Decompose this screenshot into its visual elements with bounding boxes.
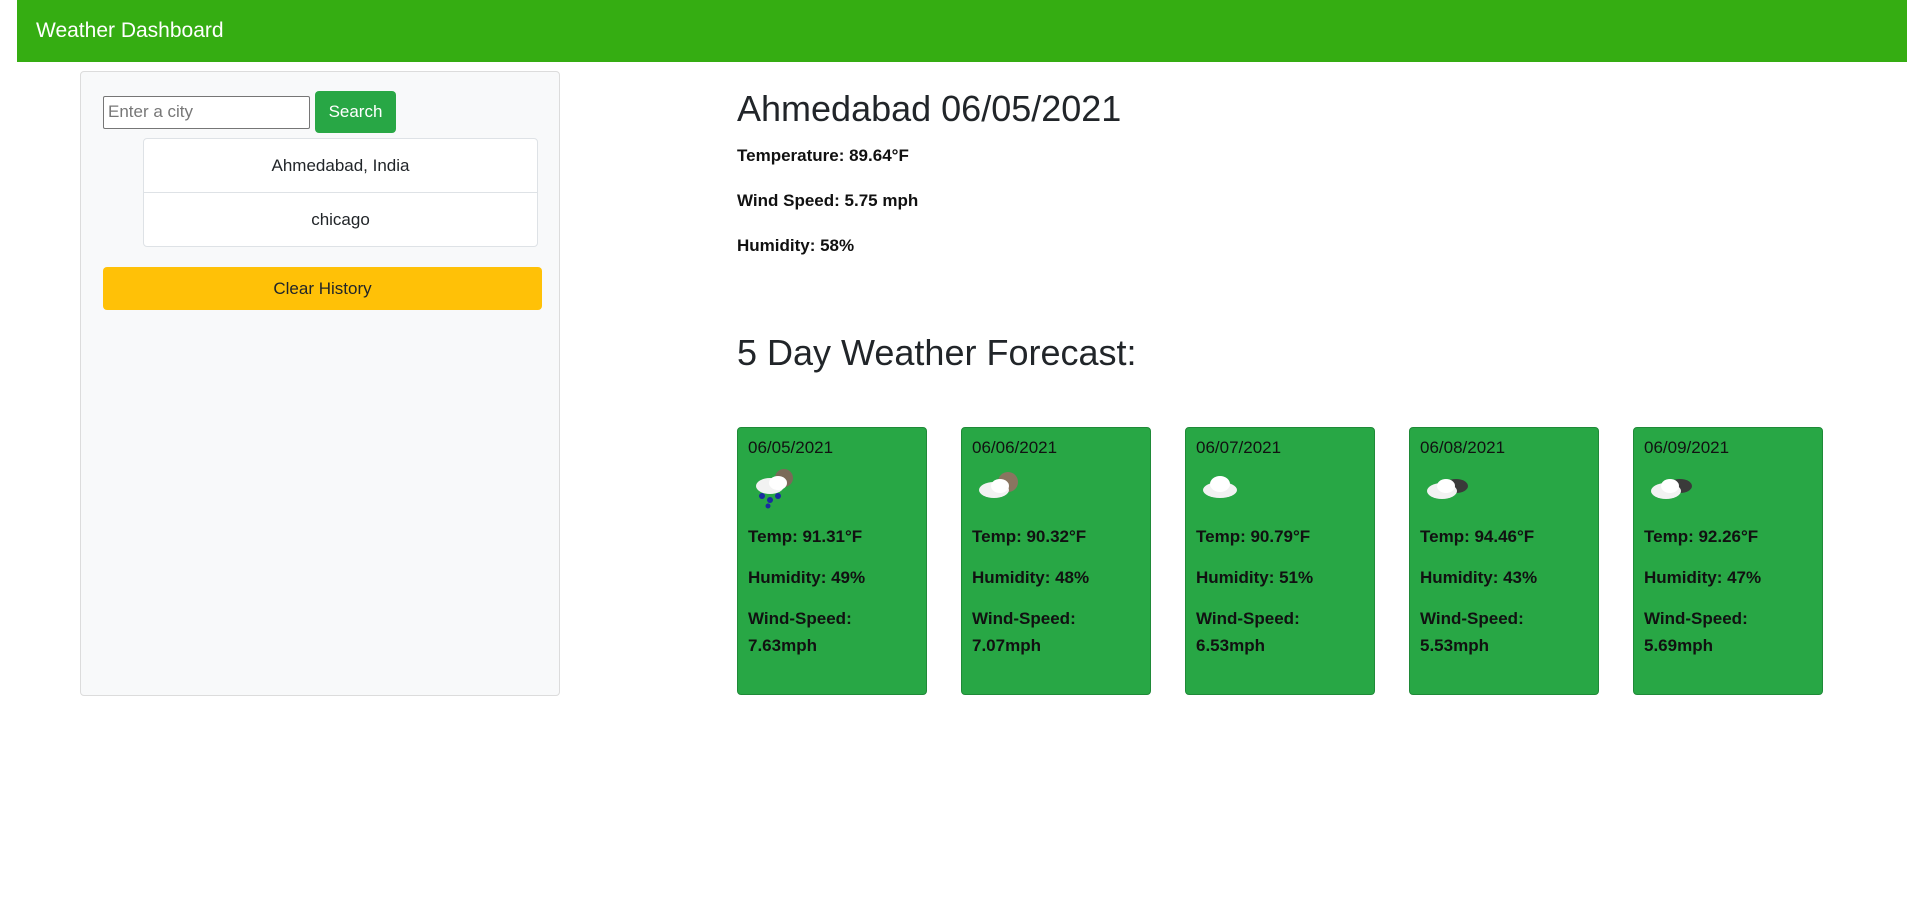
current-city-title: Ahmedabad 06/05/2021 [737,88,1122,129]
forecast-humidity: Humidity: 49% [748,568,866,587]
forecast-wind-value: 7.07mph [972,636,1041,655]
forecast-humidity: Humidity: 51% [1196,568,1314,587]
sidebar: Search Ahmedabad, India chicago Clear Hi… [80,71,560,696]
forecast-card: 06/06/2021 Temp: 90.32°F Humidity: 48% W… [961,427,1151,695]
forecast-date: 06/08/2021 [1420,438,1506,457]
search-row: Search [103,91,396,133]
city-search-input[interactable] [103,95,310,129]
forecast-wind-label: Wind-Speed: [1644,609,1748,628]
forecast-humidity: Humidity: 48% [972,568,1090,587]
rain-cloud-icon [756,469,793,509]
cloud-icon [1203,476,1237,498]
forecast-title: 5 Day Weather Forecast: [737,332,1137,373]
forecast-card: 06/08/2021 Temp: 94.46°F Humidity: 43% W… [1409,427,1599,695]
forecast-wind: Wind-Speed: 5.53mph [1420,605,1588,659]
broken-clouds-icon [1651,479,1692,499]
forecast-wind-label: Wind-Speed: [1196,609,1300,628]
forecast-temp: Temp: 94.46°F [1420,527,1535,546]
partly-cloudy-icon [979,472,1018,498]
forecast-wind: Wind-Speed: 7.63mph [748,605,916,659]
forecast-card: 06/07/2021 Temp: 90.79°F Humidity: 51% W… [1185,427,1375,695]
current-temperature: Temperature: 89.64°F [737,146,909,165]
forecast-wind-value: 5.53mph [1420,636,1489,655]
clear-history-button[interactable]: Clear History [103,267,542,310]
history-item[interactable]: chicago [143,192,538,247]
navbar: Weather Dashboard [17,0,1907,62]
forecast-date: 06/07/2021 [1196,438,1282,457]
forecast-wind-value: 5.69mph [1644,636,1713,655]
broken-clouds-icon [1427,479,1468,499]
forecast-wind: Wind-Speed: 5.69mph [1644,605,1812,659]
history-item[interactable]: Ahmedabad, India [143,138,538,193]
search-history-list: Ahmedabad, India chicago [143,138,538,247]
forecast-card: 06/09/2021 Temp: 92.26°F Humidity: 47% W… [1633,427,1823,695]
search-button[interactable]: Search [315,91,396,133]
brand-title[interactable]: Weather Dashboard [36,19,224,43]
forecast-humidity: Humidity: 43% [1420,568,1538,587]
current-wind-speed: Wind Speed: 5.75 mph [737,191,919,210]
forecast-wind-value: 6.53mph [1196,636,1265,655]
forecast-temp: Temp: 91.31°F [748,527,863,546]
forecast-temp: Temp: 90.79°F [1196,527,1311,546]
forecast-wind: Wind-Speed: 7.07mph [972,605,1140,659]
forecast-wind-label: Wind-Speed: [1420,609,1524,628]
forecast-card: 06/05/2021 Temp: 91.31°F Humidity: 49% W… [737,427,927,695]
forecast-wind: Wind-Speed: 6.53mph [1196,605,1364,659]
forecast-wind-value: 7.63mph [748,636,817,655]
forecast-temp: Temp: 92.26°F [1644,527,1759,546]
forecast-wind-label: Wind-Speed: [748,609,852,628]
forecast-wind-label: Wind-Speed: [972,609,1076,628]
forecast-date: 06/09/2021 [1644,438,1730,457]
forecast-date: 06/06/2021 [972,438,1058,457]
current-humidity: Humidity: 58% [737,236,855,255]
forecast-date: 06/05/2021 [748,438,834,457]
forecast-temp: Temp: 90.32°F [972,527,1087,546]
forecast-humidity: Humidity: 47% [1644,568,1762,587]
